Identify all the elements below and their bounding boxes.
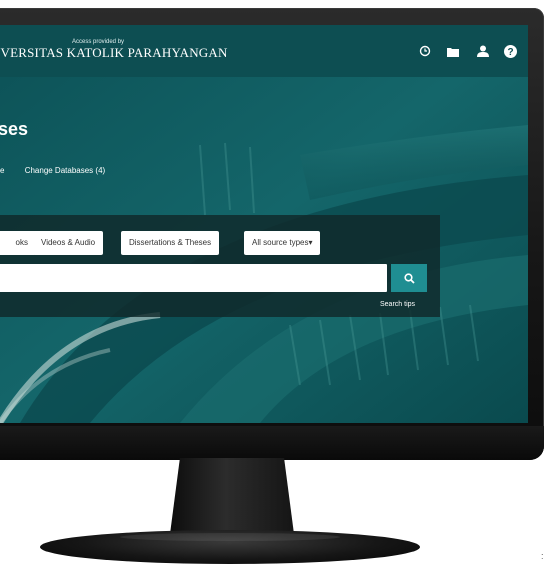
folder-icon[interactable] (446, 44, 460, 58)
monitor-stand-neck (170, 458, 294, 534)
search-options-links: e Change Databases (4) (0, 166, 123, 175)
edge-mark: : (541, 551, 544, 561)
source-type-books[interactable]: oks (0, 231, 36, 255)
page-title: ses (0, 119, 29, 139)
all-source-types-dropdown[interactable]: All source types▾ (244, 231, 321, 255)
institution-name[interactable]: IVERSITAS KATOLIK PARAHYANGAN (0, 45, 228, 61)
help-icon[interactable]: ? (503, 44, 517, 58)
history-icon[interactable] (418, 44, 432, 58)
search-option-link[interactable]: e (0, 166, 4, 175)
search-input[interactable] (0, 264, 387, 292)
source-type-videos-audio[interactable]: Videos & Audio (33, 231, 104, 255)
svg-text:?: ? (507, 47, 513, 58)
source-type-dissertations[interactable]: Dissertations & Theses (121, 231, 220, 255)
search-icon (403, 272, 415, 284)
search-tips-link[interactable]: Search tips (380, 301, 415, 308)
change-databases-link[interactable]: Change Databases (4) (25, 166, 106, 175)
user-icon[interactable] (476, 44, 490, 58)
stand-highlight (120, 533, 340, 541)
search-button[interactable] (391, 264, 427, 292)
monitor-screen: Access provided by IVERSITAS KATOLIK PAR… (0, 25, 528, 423)
